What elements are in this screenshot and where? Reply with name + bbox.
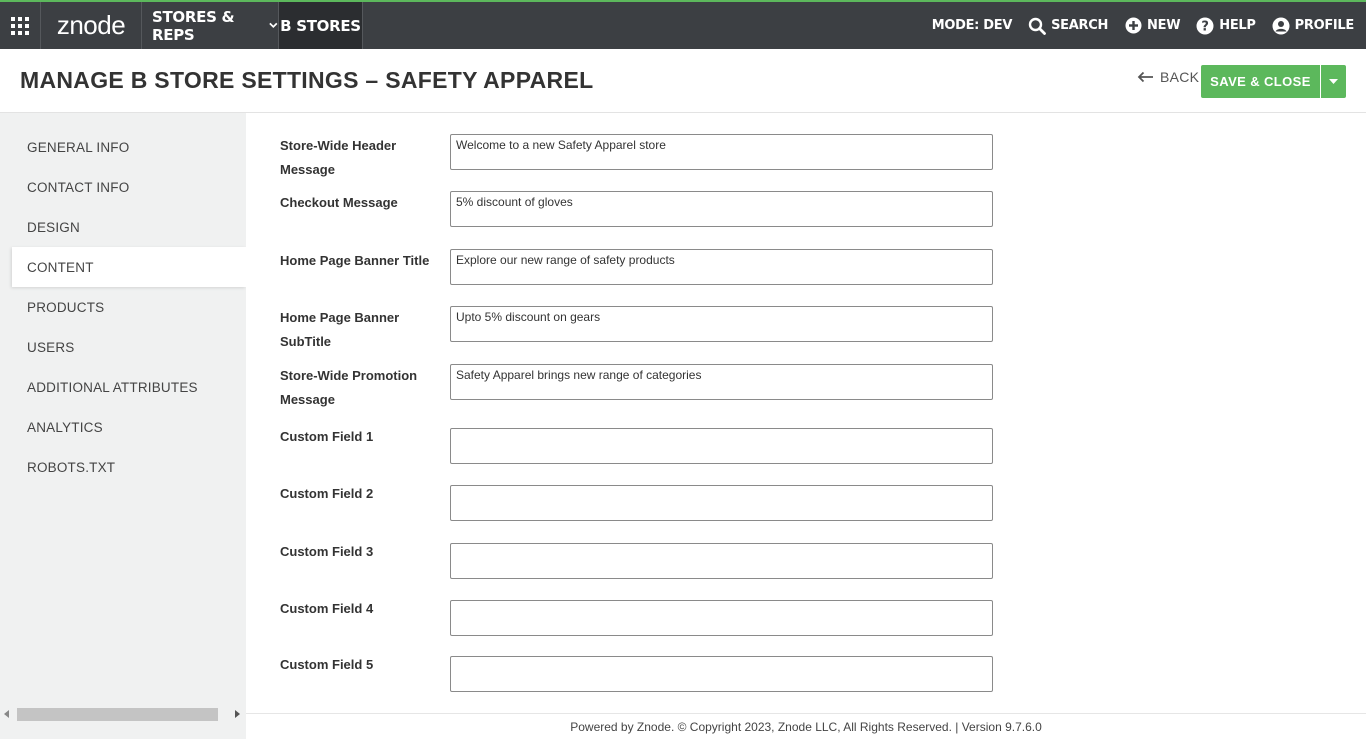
save-close-button[interactable]: SAVE & CLOSE <box>1201 65 1320 98</box>
stores-reps-menu[interactable]: STORES & REPS <box>142 2 279 49</box>
back-label: BACK <box>1160 69 1200 85</box>
page-footer: Powered by Znode. © Copyright 2023, Znod… <box>246 713 1366 739</box>
back-button[interactable]: BACK <box>1137 69 1199 85</box>
help-label: HELP <box>1219 18 1256 33</box>
custom-field-1-input[interactable] <box>450 428 993 464</box>
sidebar-item-label: ADDITIONAL ATTRIBUTES <box>27 379 198 395</box>
page-title: MANAGE B STORE SETTINGS – SAFETY APPAREL <box>20 67 594 93</box>
scroll-right-arrow-icon[interactable] <box>235 710 240 718</box>
profile-label: PROFILE <box>1294 18 1355 33</box>
new-button[interactable]: NEW <box>1124 17 1181 35</box>
field-label: Checkout Message <box>280 195 398 210</box>
custom-field-3-input[interactable] <box>450 543 993 579</box>
search-button[interactable]: SEARCH <box>1028 17 1108 35</box>
sidebar-item-general-info[interactable]: GENERAL INFO <box>12 127 246 167</box>
caret-down-icon <box>1329 79 1338 84</box>
settings-sidebar: GENERAL INFO CONTACT INFO DESIGN CONTENT… <box>0 113 246 739</box>
sidebar-item-label: CONTACT INFO <box>27 179 130 195</box>
sidebar-item-label: CONTENT <box>27 259 94 275</box>
help-circle-icon: ? <box>1196 17 1214 35</box>
sidebar-item-additional-attributes[interactable]: ADDITIONAL ATTRIBUTES <box>12 367 246 407</box>
field-label: Custom Field 1 <box>280 429 374 444</box>
mode-indicator[interactable]: MODE: DEV <box>931 18 1013 33</box>
app-grid-button[interactable] <box>0 2 41 49</box>
sidebar-item-contact-info[interactable]: CONTACT INFO <box>12 167 246 207</box>
custom-field-4-input[interactable] <box>450 600 993 636</box>
save-options-dropdown[interactable] <box>1321 65 1346 98</box>
custom-field-5-input[interactable] <box>450 656 993 692</box>
footer-copyright: Powered by Znode. © Copyright 2023, Znod… <box>570 719 1042 734</box>
field-label: Custom Field 2 <box>280 486 374 501</box>
help-button[interactable]: ? HELP <box>1196 17 1256 35</box>
sidebar-item-label: PRODUCTS <box>27 299 105 315</box>
sidebar-item-label: DESIGN <box>27 219 80 235</box>
scrollbar-thumb[interactable] <box>17 708 218 721</box>
promotion-message-input[interactable]: Safety Apparel brings new range of categ… <box>450 364 993 400</box>
sidebar-item-label: ANALYTICS <box>27 419 103 435</box>
top-navbar: znode STORES & REPS B STORES MODE: DEV S… <box>0 0 1366 49</box>
sidebar-item-design[interactable]: DESIGN <box>12 207 246 247</box>
user-circle-icon <box>1272 17 1290 35</box>
znode-logo[interactable]: znode <box>41 2 142 49</box>
mode-label: MODE: DEV <box>931 18 1013 33</box>
field-label: Store-Wide Header Message <box>280 138 397 177</box>
page-header: MANAGE B STORE SETTINGS – SAFETY APPAREL… <box>0 49 1366 113</box>
grid-icon <box>11 16 29 35</box>
field-label: Home Page Banner SubTitle <box>280 310 400 349</box>
banner-title-input[interactable]: Explore our new range of safety products <box>450 249 993 285</box>
field-label: Store-Wide Promotion Message <box>280 368 418 407</box>
new-label: NEW <box>1147 18 1181 33</box>
sidebar-item-label: USERS <box>27 339 75 355</box>
sidebar-horizontal-scrollbar[interactable] <box>0 706 246 723</box>
sidebar-item-robots-txt[interactable]: ROBOTS.TXT <box>12 447 246 487</box>
checkout-message-input[interactable]: 5% discount of gloves <box>450 191 993 227</box>
sidebar-item-products[interactable]: PRODUCTS <box>12 287 246 327</box>
navbar-actions: MODE: DEV SEARCH NEW ? HELP PROFILE <box>932 2 1354 49</box>
arrow-left-icon <box>1137 71 1153 83</box>
content-settings-form: Store-Wide Header Message Welcome to a n… <box>246 113 1366 713</box>
sidebar-item-users[interactable]: USERS <box>12 327 246 367</box>
field-label: Custom Field 3 <box>280 544 374 559</box>
sidebar-item-content[interactable]: CONTENT <box>12 247 246 287</box>
profile-button[interactable]: PROFILE <box>1272 17 1354 35</box>
sidebar-item-label: GENERAL INFO <box>27 139 130 155</box>
sidebar-item-label: ROBOTS.TXT <box>27 459 116 475</box>
save-close-label: SAVE & CLOSE <box>1210 74 1311 89</box>
sidebar-item-analytics[interactable]: ANALYTICS <box>12 407 246 447</box>
banner-subtitle-input[interactable]: Upto 5% discount on gears <box>450 306 993 342</box>
b-stores-label: B STORES <box>280 16 361 35</box>
header-message-input[interactable]: Welcome to a new Safety Apparel store <box>450 134 993 170</box>
b-stores-tab[interactable]: B STORES <box>279 2 363 49</box>
logo-text: znode <box>56 10 126 40</box>
search-label: SEARCH <box>1051 18 1109 33</box>
svg-text:?: ? <box>1202 19 1209 34</box>
field-label: Custom Field 5 <box>280 657 374 672</box>
custom-field-2-input[interactable] <box>450 485 993 521</box>
search-icon <box>1028 17 1047 35</box>
plus-circle-icon <box>1124 17 1142 35</box>
chevron-down-icon <box>269 22 278 29</box>
field-label: Home Page Banner Title <box>280 253 430 268</box>
scroll-left-arrow-icon[interactable] <box>4 710 9 718</box>
field-label: Custom Field 4 <box>280 601 374 616</box>
stores-reps-label: STORES & REPS <box>152 7 235 44</box>
